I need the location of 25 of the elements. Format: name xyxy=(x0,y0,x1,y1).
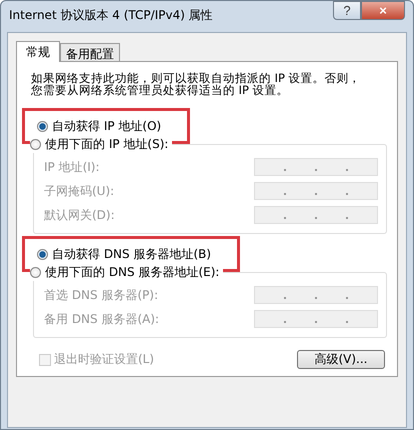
radio-button[interactable] xyxy=(30,267,41,278)
field-label: 子网掩码(U): xyxy=(44,182,114,200)
tab[interactable]: 备用配置 xyxy=(60,43,120,61)
ip-input-field[interactable] xyxy=(254,286,378,304)
ip-input-field[interactable] xyxy=(254,182,378,200)
ip-input-field[interactable] xyxy=(254,158,378,176)
radio-label: 自动获得 IP 地址(O) xyxy=(52,118,162,134)
description-text: 如果网络支持此功能，则可以获取自动指派的 IP 设置。否则，您需要从网络系统管理员处获得适当的 IP 设置。 xyxy=(31,72,361,96)
radio-button[interactable] xyxy=(30,139,41,150)
radio-label: 使用下面的 IP 地址(S): xyxy=(45,136,168,153)
radio-label: 使用下面的 DNS 服务器地址(E): xyxy=(45,264,220,281)
checkbox-label: 退出时验证设置(L) xyxy=(54,351,154,368)
radio-label: 自动获得 DNS 服务器地址(B) xyxy=(52,246,212,262)
tab[interactable]: 常规 xyxy=(16,41,60,62)
help-button[interactable]: ? xyxy=(333,1,361,20)
field-label: 备用 DNS 服务器(A): xyxy=(44,310,160,328)
ip-input-field[interactable] xyxy=(254,310,378,328)
ip-input-field[interactable] xyxy=(254,206,378,224)
field-label: 默认网关(D): xyxy=(44,206,115,224)
advanced-button[interactable]: 高级(V)... xyxy=(297,350,385,369)
radio-button[interactable] xyxy=(37,120,48,132)
window-title: Internet 协议版本 4 (TCP/IPv4) 属性 xyxy=(9,6,213,24)
field-label: IP 地址(I): xyxy=(44,158,100,176)
field-label: 首选 DNS 服务器(P): xyxy=(44,286,158,304)
radio-button[interactable] xyxy=(37,248,48,260)
